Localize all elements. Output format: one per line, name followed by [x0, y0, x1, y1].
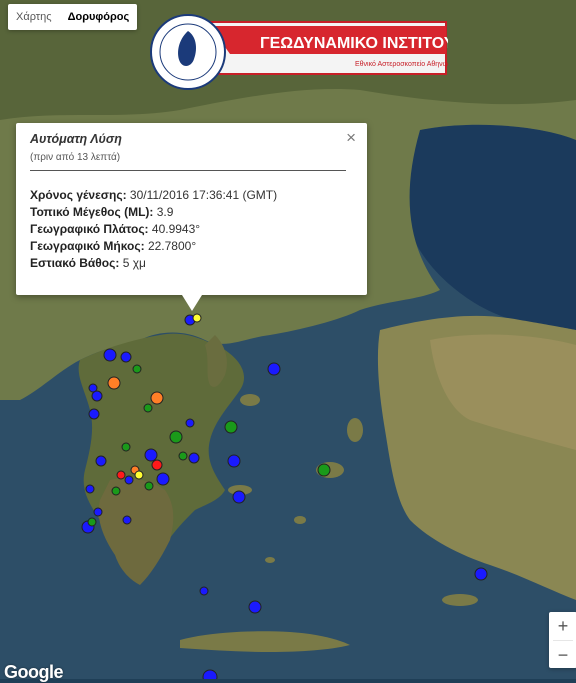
field-latitude: Γεωγραφικό Πλάτος: 40.9943°	[30, 222, 201, 236]
earthquake-marker	[111, 486, 121, 496]
earthquake-marker	[227, 454, 241, 468]
map-type-map-button[interactable]: Χάρτης	[8, 4, 60, 30]
zoom-out-button[interactable]: −	[549, 641, 576, 669]
earthquake-marker	[150, 391, 164, 405]
earthquake-marker	[202, 669, 218, 679]
institute-logo: ΓΕΩΔΥΝΑΜΙΚΟ ΙΝΣΤΙΤΟΥΤΟ Εθνικό Αστεροσκοπ…	[150, 14, 448, 90]
earthquake-marker	[107, 376, 121, 390]
earthquake-marker	[156, 472, 170, 486]
earthquake-marker	[116, 470, 126, 480]
earthquake-marker	[185, 418, 195, 428]
google-logo: Google	[4, 662, 64, 682]
map-type-satellite-button[interactable]: Δορυφόρος	[60, 4, 138, 30]
field-depth: Εστιακό Βάθος: 5 χμ	[30, 256, 146, 270]
earthquake-marker	[124, 475, 134, 485]
earthquake-marker	[169, 430, 183, 444]
close-icon[interactable]: ×	[346, 128, 356, 148]
zoom-control[interactable]: + −	[549, 612, 576, 668]
earthquake-marker	[151, 459, 163, 471]
earthquake-marker	[199, 586, 209, 596]
earthquake-marker	[120, 351, 132, 363]
field-origin-time: Χρόνος γένεσης: 30/11/2016 17:36:41 (GMT…	[30, 188, 278, 202]
earthquake-info-popup: Αυτόματη Λύση (πριν από 13 λεπτά) × Χρόν…	[16, 123, 367, 311]
earthquake-marker	[232, 490, 246, 504]
popup-fields: Χρόνος γένεσης: 30/11/2016 17:36:41 (GMT…	[30, 187, 277, 272]
popup-title: Αυτόματη Λύση	[30, 132, 122, 146]
earthquake-marker	[144, 448, 158, 462]
earthquake-marker	[95, 455, 107, 467]
logo-title: ΓΕΩΔΥΝΑΜΙΚΟ ΙΝΣΤΙΤΟΥΤΟ	[260, 35, 448, 52]
map-type-control[interactable]: Χάρτης Δορυφόρος	[8, 4, 138, 30]
logo-subtitle: Εθνικό Αστεροσκοπείο Αθηνών	[355, 60, 448, 68]
earthquake-marker	[103, 348, 117, 362]
earthquake-marker	[93, 507, 103, 517]
zoom-in-button[interactable]: +	[549, 612, 576, 640]
earthquake-marker	[87, 517, 97, 527]
earthquake-marker	[248, 600, 262, 614]
field-longitude: Γεωγραφικό Μήκος: 22.7800°	[30, 239, 197, 253]
earthquake-marker	[188, 452, 200, 464]
earthquake-marker	[192, 313, 202, 323]
earthquake-marker	[317, 463, 331, 477]
satellite-map[interactable]	[0, 0, 576, 679]
earthquake-marker	[122, 515, 132, 525]
field-magnitude: Τοπικό Μέγεθος (ML): 3.9	[30, 205, 174, 219]
earthquake-marker	[134, 470, 144, 480]
earthquake-marker	[85, 484, 95, 494]
earthquake-marker	[224, 420, 238, 434]
earthquake-marker	[143, 403, 153, 413]
earthquake-marker	[144, 481, 154, 491]
popup-subtitle: (πριν από 13 λεπτά)	[30, 152, 121, 163]
earthquake-marker	[178, 451, 188, 461]
earthquake-marker	[88, 408, 100, 420]
earthquake-marker	[132, 364, 142, 374]
earthquake-marker	[474, 567, 488, 581]
earthquake-marker	[91, 390, 103, 402]
earthquake-marker	[121, 442, 131, 452]
earthquake-marker	[267, 362, 281, 376]
popup-divider	[30, 170, 346, 171]
